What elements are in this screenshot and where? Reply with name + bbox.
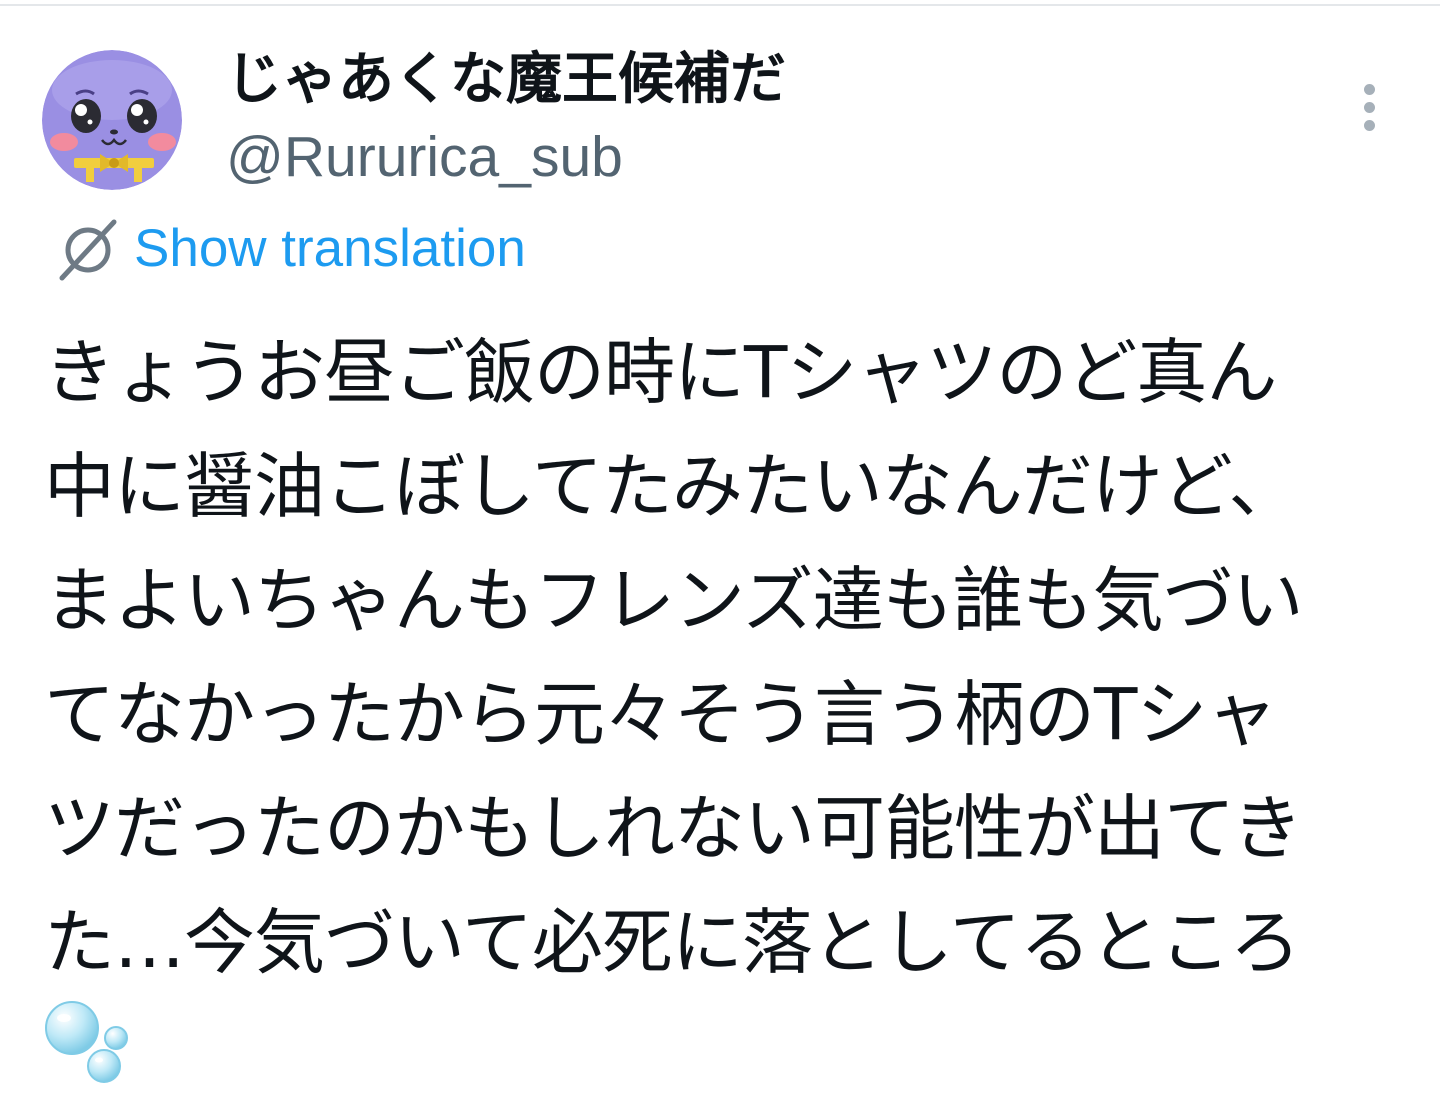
tweet-text-line: きょうお昼ご飯の時にTシャツのど真ん xyxy=(44,331,1277,414)
tweet-text-line: ツだったのかもしれない可能性が出てき xyxy=(44,787,1303,870)
more-vertical-icon-dot xyxy=(1364,120,1375,131)
bubbles-emoji xyxy=(45,1001,128,1083)
tweet-text-line: た…今気づいて必死に落としてるところ xyxy=(44,901,1301,984)
tweet-text-line: まよいちゃんもフレンズ達も誰も気づい xyxy=(44,559,1304,642)
avatar[interactable] xyxy=(42,50,182,190)
show-translation-label: Show translation xyxy=(134,219,526,278)
show-translation-button[interactable]: Show translation xyxy=(54,212,526,286)
user-handle[interactable]: @Rururica_sub xyxy=(226,122,623,192)
tweet-text-line: てなかったから元々そう言う柄のTシャ xyxy=(44,673,1277,756)
more-vertical-icon xyxy=(1364,84,1375,95)
tweet-text: きょうお昼ご飯の時にTシャツのど真ん 中に醤油こぼしてたみたいなんだけど、 まよ… xyxy=(44,316,1424,1000)
more-vertical-icon-dot xyxy=(1364,102,1375,113)
globe-translate-icon xyxy=(59,219,117,281)
avatar-image xyxy=(42,50,182,190)
top-divider xyxy=(0,4,1440,6)
tweet-text-line: 中に醤油こぼしてたみたいなんだけど、 xyxy=(44,445,1299,528)
display-name[interactable]: じゃあくな魔王候補だ xyxy=(226,44,786,116)
more-options-button[interactable] xyxy=(1348,78,1392,138)
